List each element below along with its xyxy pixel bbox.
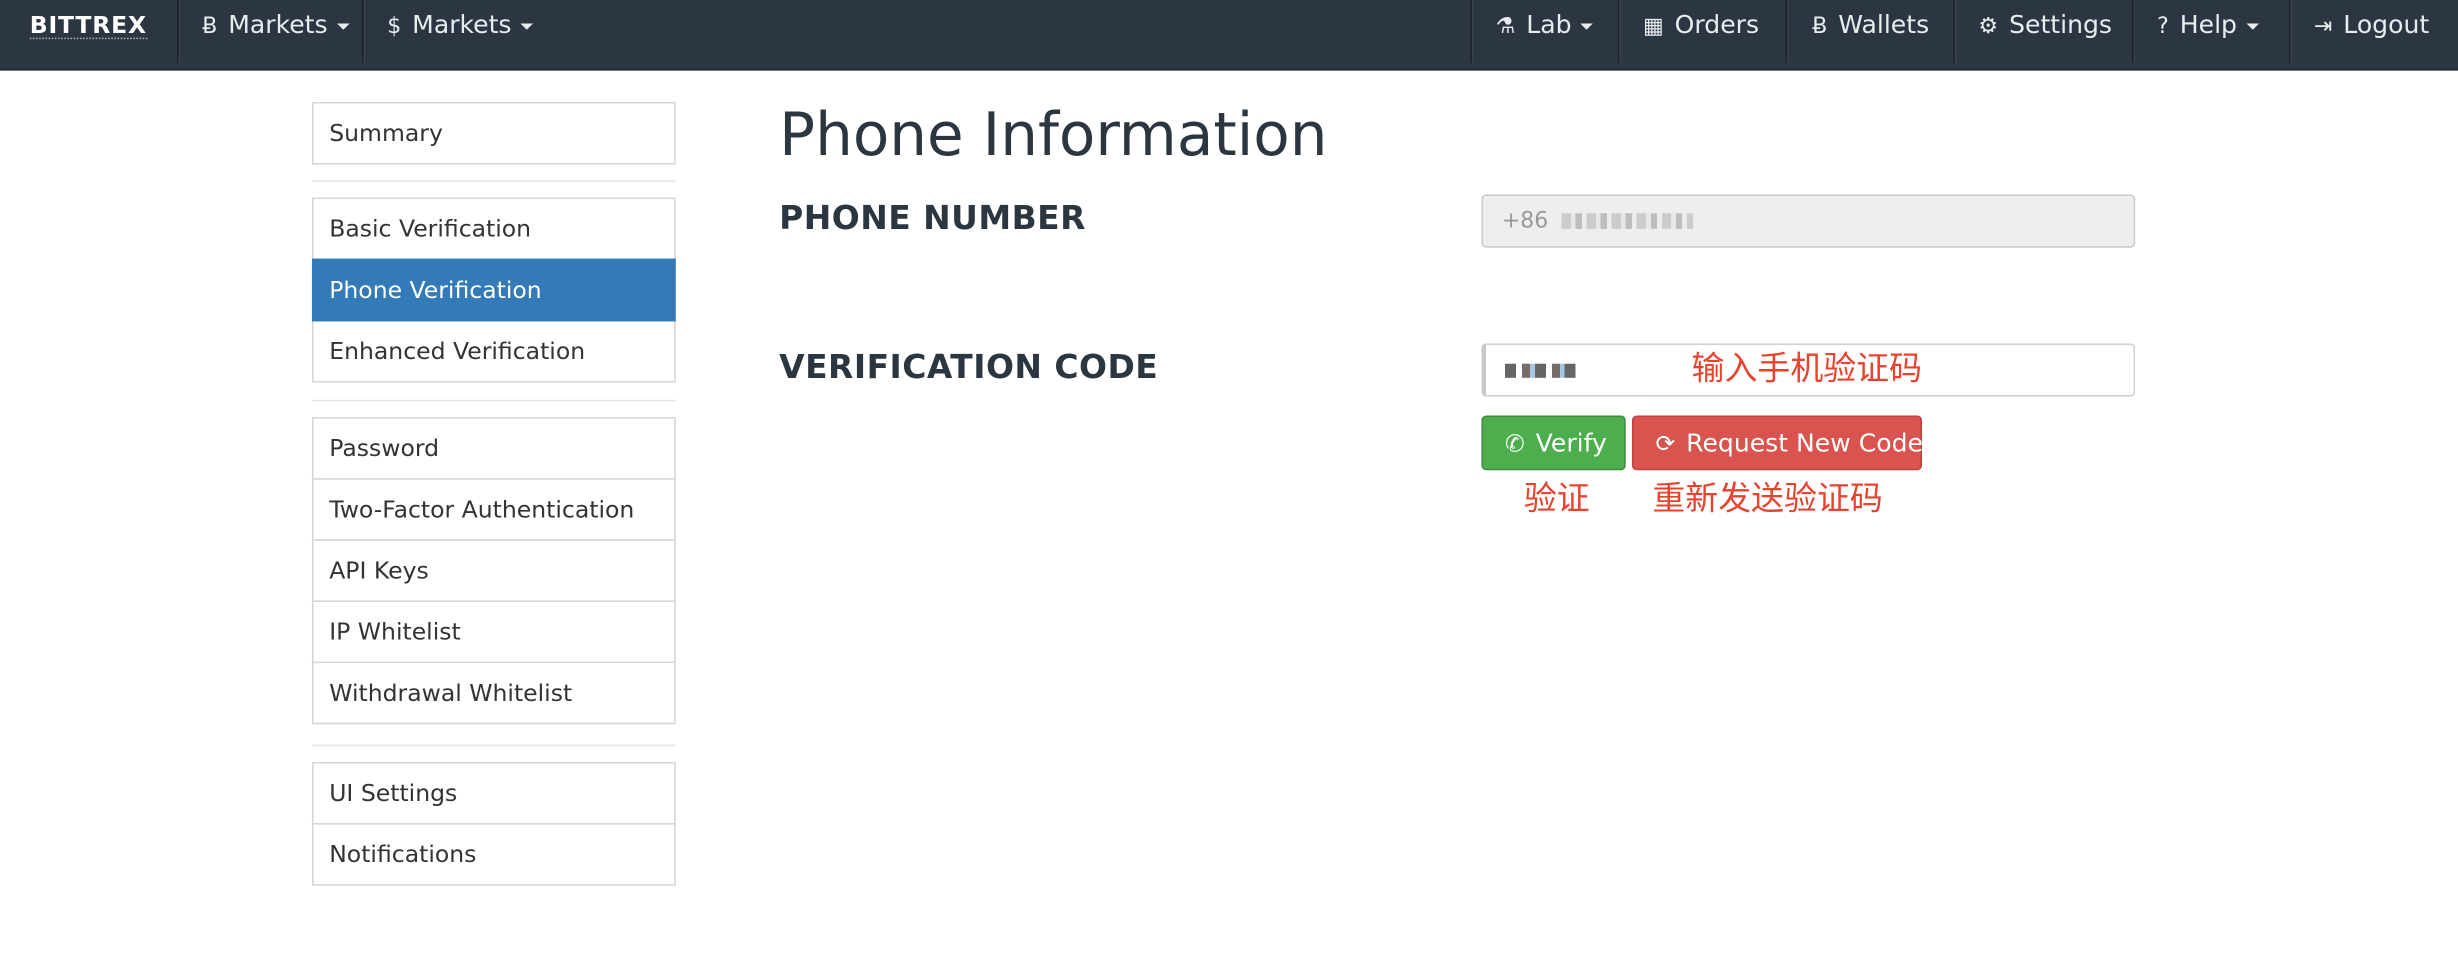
nav-divider (2132, 0, 2136, 63)
request-button-label: Request New Code (1686, 427, 1923, 458)
nav-label: Logout (2343, 9, 2430, 40)
sidebar-item-enhanced-verification[interactable]: Enhanced Verification (311, 319, 676, 383)
sidebar-group-security: Password Two-Factor Authentication API K… (311, 417, 676, 725)
top-navbar: BITTREX Ƀ Markets $ Markets ⚗ Lab ▦ Orders Ƀ… (0, 0, 2458, 71)
sidebar-item-two-factor[interactable]: Two-Factor Authentication (311, 478, 676, 541)
nav-label: Lab (1526, 9, 1572, 40)
bitcoin-icon: Ƀ (1812, 14, 1828, 40)
brand-logo[interactable]: BITTREX (29, 13, 147, 40)
caret-down-icon (336, 22, 350, 30)
sidebar-item-withdrawal-whitelist[interactable]: Withdrawal Whitelist (311, 661, 676, 725)
dollar-icon: $ (387, 14, 402, 40)
verification-code-label: VERIFICATION CODE (779, 348, 1159, 386)
nav-divider (1953, 0, 1957, 63)
nav-label: Orders (1674, 9, 1760, 40)
page-title: Phone Information (779, 100, 1328, 170)
sidebar-item-summary[interactable]: Summary (311, 101, 676, 165)
nav-divider (177, 0, 181, 63)
sidebar-group-preferences: UI Settings Notifications (311, 761, 676, 886)
sidebar-item-api-keys[interactable]: API Keys (311, 539, 676, 602)
sidebar-item-phone-verification[interactable]: Phone Verification (311, 258, 676, 322)
nav-divider (1617, 0, 1622, 63)
nav-label: Markets (412, 9, 512, 40)
nav-settings[interactable]: ⚙ Settings (1978, 0, 2112, 50)
nav-orders[interactable]: ▦ Orders (1643, 0, 1759, 50)
bitcoin-icon: Ƀ (202, 14, 218, 40)
caret-down-icon (1580, 22, 1594, 30)
sidebar-group-summary: Summary (311, 101, 676, 165)
flask-icon: ⚗ (1495, 14, 1516, 40)
calendar-icon: ▦ (1642, 14, 1664, 40)
sidebar-item-notifications[interactable]: Notifications (311, 823, 676, 886)
verify-hint-annotation: 验证 (1523, 479, 1590, 518)
redacted-phone (1561, 213, 1694, 229)
nav-divider (1785, 0, 1789, 63)
nav-wallets[interactable]: Ƀ Wallets (1812, 0, 1929, 50)
nav-label: Wallets (1838, 9, 1930, 40)
nav-label: Settings (2009, 9, 2112, 40)
caret-down-icon (2246, 22, 2259, 30)
verify-button-label: Verify (1535, 427, 1607, 458)
sidebar-divider (311, 744, 676, 747)
phone-number-label: PHONE NUMBER (779, 199, 1086, 237)
nav-divider (2288, 0, 2292, 63)
logout-icon: ⇥ (2313, 14, 2333, 40)
nav-usd-markets[interactable]: $ Markets (387, 0, 534, 50)
request-new-code-button[interactable]: ⟳ Request New Code (1631, 415, 1923, 471)
nav-logout[interactable]: ⇥ Logout (2314, 0, 2429, 50)
verify-button[interactable]: ✆ Verify (1481, 415, 1626, 471)
nav-label: Help (2179, 9, 2237, 40)
sidebar-group-verification: Basic Verification Phone Verification En… (311, 197, 676, 383)
nav-divider (362, 0, 366, 63)
nav-btc-markets[interactable]: Ƀ Markets (202, 0, 350, 50)
nav-divider (1470, 0, 1474, 63)
sidebar-item-password[interactable]: Password (311, 417, 676, 480)
sidebar-item-basic-verification[interactable]: Basic Verification (311, 197, 676, 261)
sidebar-divider (311, 399, 676, 402)
phone-prefix: +86 (1501, 208, 1549, 234)
caret-down-icon (520, 22, 534, 30)
sidebar-item-ui-settings[interactable]: UI Settings (311, 761, 676, 825)
question-circle-icon: ? (2157, 14, 2169, 40)
nav-lab[interactable]: ⚗ Lab (1496, 0, 1594, 50)
nav-help[interactable]: ? Help (2157, 0, 2259, 50)
sidebar-item-ip-whitelist[interactable]: IP Whitelist (311, 600, 676, 664)
refresh-icon: ⟳ (1655, 429, 1676, 458)
input-hint-annotation: 输入手机验证码 (1691, 349, 1923, 388)
sidebar-divider (311, 180, 676, 182)
gear-icon: ⚙ (1978, 14, 1999, 40)
redacted-code (1504, 362, 1578, 378)
phone-number-field: +86 (1481, 194, 2136, 248)
phone-icon: ✆ (1504, 429, 1525, 458)
nav-label: Markets (228, 9, 328, 40)
resend-hint-annotation: 重新发送验证码 (1652, 479, 1883, 518)
